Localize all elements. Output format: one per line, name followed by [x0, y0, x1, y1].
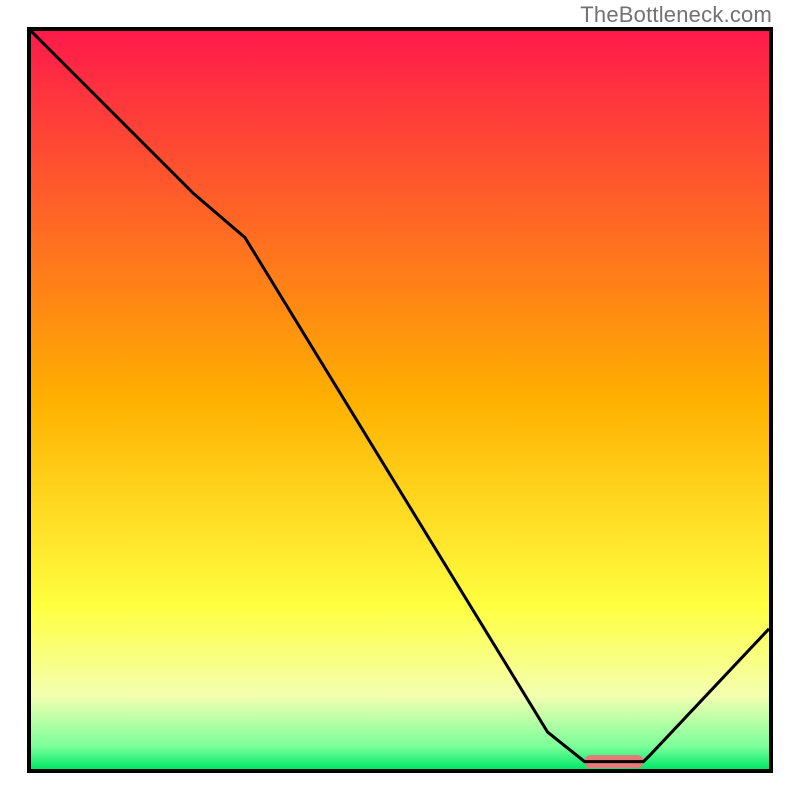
chart-svg	[31, 31, 769, 769]
watermark-text: TheBottleneck.com	[580, 2, 772, 28]
chart-plot-area	[31, 31, 769, 769]
